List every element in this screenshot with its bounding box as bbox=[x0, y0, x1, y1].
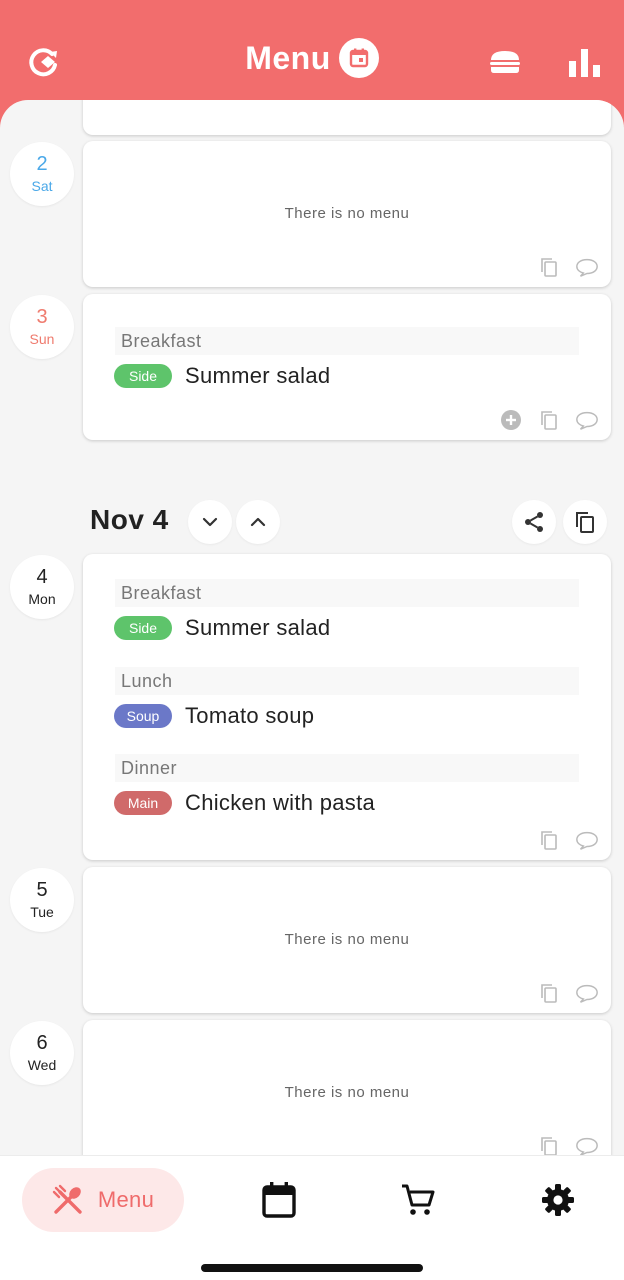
utensils-icon bbox=[52, 1184, 82, 1214]
comment-icon[interactable] bbox=[575, 1134, 599, 1155]
day-circle-sun: 3 Sun bbox=[10, 295, 74, 359]
chevron-up-button[interactable] bbox=[236, 500, 280, 544]
header-title-group[interactable]: Menu bbox=[0, 38, 624, 78]
burger-icon[interactable] bbox=[483, 40, 527, 84]
bottom-navigation: Menu bbox=[0, 1155, 624, 1280]
tag-badge: Soup bbox=[114, 704, 172, 728]
nav-item-menu[interactable]: Menu bbox=[22, 1168, 184, 1232]
bar-chart-icon[interactable] bbox=[563, 40, 607, 84]
day-circle-mon: 4 Mon bbox=[10, 555, 74, 619]
dish-name[interactable]: Tomato soup bbox=[185, 702, 314, 730]
dish-name[interactable]: Summer salad bbox=[185, 614, 330, 642]
cart-icon bbox=[402, 1184, 435, 1215]
empty-menu-text: There is no menu bbox=[284, 1084, 410, 1101]
day-circle-wed: 6 Wed bbox=[10, 1021, 74, 1085]
meal-label: Breakfast bbox=[115, 579, 579, 607]
day-number: 4 bbox=[36, 566, 48, 588]
meal-label: Lunch bbox=[115, 667, 579, 695]
tag-badge: Side bbox=[114, 616, 172, 640]
card-actions bbox=[537, 1134, 599, 1155]
day-circle-tue: 5 Tue bbox=[10, 868, 74, 932]
comment-icon[interactable] bbox=[575, 408, 599, 432]
meal-label: Dinner bbox=[115, 754, 579, 782]
copy-icon[interactable] bbox=[537, 1134, 561, 1155]
dish-name[interactable]: Summer salad bbox=[185, 362, 330, 390]
calendar-icon bbox=[262, 1182, 296, 1218]
nav-item-cart[interactable] bbox=[396, 1178, 440, 1222]
nav-item-calendar[interactable] bbox=[257, 1178, 301, 1222]
empty-menu-text: There is no menu bbox=[284, 205, 410, 222]
share-button[interactable] bbox=[512, 500, 556, 544]
home-indicator[interactable] bbox=[201, 1264, 423, 1272]
nav-label-menu: Menu bbox=[97, 1187, 155, 1212]
day-card-partial[interactable] bbox=[83, 100, 611, 135]
day-card[interactable]: There is no menu bbox=[83, 1020, 611, 1155]
nav-item-settings[interactable] bbox=[536, 1178, 580, 1222]
comment-icon[interactable] bbox=[575, 981, 599, 1005]
day-number: 3 bbox=[36, 306, 48, 328]
week-title: Nov 4 bbox=[90, 504, 169, 535]
week-header: Nov 4 bbox=[0, 500, 624, 548]
page-title: Menu bbox=[245, 39, 331, 76]
day-number: 2 bbox=[36, 153, 48, 175]
copy-icon[interactable] bbox=[537, 828, 561, 852]
comment-icon[interactable] bbox=[575, 828, 599, 852]
share-icon bbox=[525, 512, 543, 532]
tag-badge: Main bbox=[114, 791, 172, 815]
copy-week-button[interactable] bbox=[563, 500, 607, 544]
tag-badge: Side bbox=[114, 364, 172, 388]
menu-list[interactable]: 2 Sat There is no menu 3 Sun Breakfast S… bbox=[0, 100, 624, 1155]
chevron-down-icon bbox=[202, 517, 218, 527]
day-card[interactable]: There is no menu bbox=[83, 867, 611, 1013]
card-actions bbox=[537, 828, 599, 852]
copy-icon[interactable] bbox=[537, 255, 561, 279]
dish-name[interactable]: Chicken with pasta bbox=[185, 789, 375, 817]
card-actions bbox=[537, 981, 599, 1005]
copy-icon[interactable] bbox=[537, 981, 561, 1005]
meal-label: Breakfast bbox=[115, 327, 579, 355]
copy-icon[interactable] bbox=[537, 408, 561, 432]
copy-icon bbox=[576, 512, 594, 533]
chevron-down-button[interactable] bbox=[188, 500, 232, 544]
day-weekday: Sun bbox=[29, 331, 55, 347]
day-weekday: Sat bbox=[31, 178, 53, 194]
comment-icon[interactable] bbox=[575, 255, 599, 279]
day-number: 6 bbox=[36, 1032, 48, 1054]
day-weekday: Wed bbox=[27, 1057, 57, 1073]
gear-icon bbox=[542, 1184, 574, 1216]
calendar-badge-icon[interactable] bbox=[338, 38, 379, 78]
day-weekday: Mon bbox=[28, 591, 56, 607]
day-card[interactable]: Breakfast Side Summer salad Lunch Soup T… bbox=[83, 554, 611, 860]
day-weekday: Tue bbox=[30, 904, 54, 920]
day-card[interactable]: Breakfast Side Summer salad bbox=[83, 294, 611, 440]
day-circle-sat: 2 Sat bbox=[10, 142, 74, 206]
card-actions bbox=[537, 255, 599, 279]
empty-menu-text: There is no menu bbox=[284, 931, 410, 948]
add-circle-icon[interactable] bbox=[499, 408, 523, 432]
day-card[interactable]: There is no menu bbox=[83, 141, 611, 287]
day-number: 5 bbox=[36, 879, 48, 901]
chevron-up-icon bbox=[250, 517, 266, 527]
card-actions bbox=[499, 408, 599, 432]
